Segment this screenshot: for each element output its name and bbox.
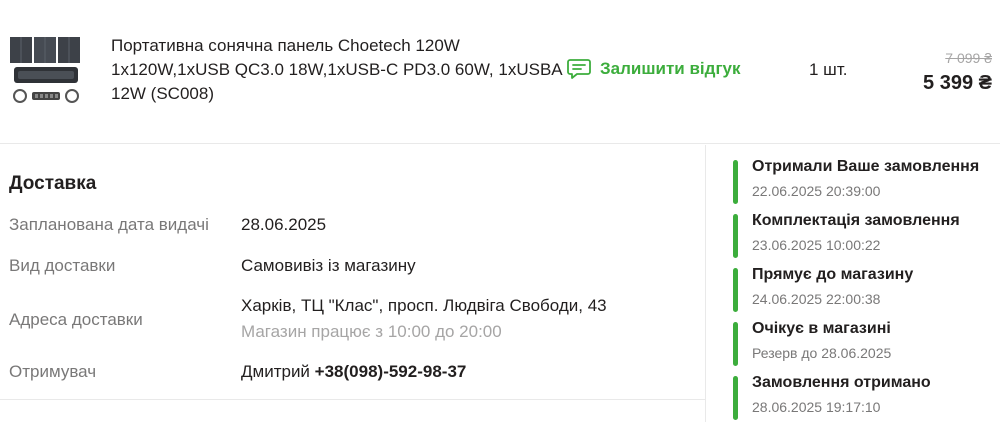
timeline-step-title: Очікує в магазині bbox=[752, 320, 891, 337]
timeline-step-time: Резерв до 28.06.2025 bbox=[752, 345, 892, 361]
delivery-title: Доставка bbox=[9, 173, 97, 194]
current-price: 5 399 ₴ bbox=[923, 72, 992, 94]
store-hours-note: Магазин працює з 10:00 до 20:00 bbox=[241, 322, 502, 341]
delivery-type-label: Вид доставки bbox=[9, 256, 116, 275]
timeline-step-indicator bbox=[733, 268, 738, 312]
timeline-step-indicator bbox=[733, 376, 738, 420]
product-name[interactable]: Портативна сонячна панель Choetech 120W … bbox=[111, 34, 571, 106]
chat-bubble-icon bbox=[567, 59, 591, 79]
order-product-row: Портативна сонячна панель Choetech 120W … bbox=[0, 0, 1000, 144]
timeline-step-indicator bbox=[733, 214, 738, 258]
leave-review-label: Залишити відгук bbox=[600, 59, 741, 78]
delivery-section: Доставка Запланована дата видачі 28.06.2… bbox=[0, 145, 705, 400]
product-image[interactable] bbox=[8, 34, 84, 108]
timeline-step-title: Прямує до магазину bbox=[752, 266, 914, 283]
timeline-step: Очікує в магазині Резерв до 28.06.2025 bbox=[733, 320, 1000, 368]
timeline-step-title: Отримали Ваше замовлення bbox=[752, 158, 980, 175]
timeline-step: Прямує до магазину 24.06.2025 22:00:38 bbox=[733, 266, 1000, 314]
timeline-step-time: 28.06.2025 19:17:10 bbox=[752, 399, 881, 415]
recipient-value: Дмитрий +38(098)-592-98-37 bbox=[241, 362, 701, 382]
timeline-step: Замовлення отримано 28.06.2025 19:17:10 bbox=[733, 374, 1000, 422]
timeline-step-time: 24.06.2025 22:00:38 bbox=[752, 291, 881, 307]
recipient-phone: +38(098)-592-98-37 bbox=[314, 362, 467, 381]
recipient-label: Отримувач bbox=[9, 362, 97, 381]
delivery-address-label: Адреса доставки bbox=[9, 310, 143, 329]
product-quantity: 1 шт. bbox=[809, 60, 848, 79]
leave-review-button[interactable]: Залишити відгук bbox=[567, 58, 740, 80]
vertical-divider bbox=[705, 145, 706, 422]
delivery-date-value: 28.06.2025 bbox=[241, 215, 327, 234]
timeline-step-title: Замовлення отримано bbox=[752, 374, 931, 391]
timeline-step-indicator bbox=[733, 160, 738, 204]
delivery-address-value: Харків, ТЦ "Клас", просп. Людвіга Свобод… bbox=[241, 296, 607, 315]
delivery-date-label: Запланована дата видачі bbox=[9, 215, 209, 234]
timeline-step: Отримали Ваше замовлення 22.06.2025 20:3… bbox=[733, 158, 1000, 206]
timeline-step-time: 22.06.2025 20:39:00 bbox=[752, 183, 881, 199]
timeline-step-indicator bbox=[733, 322, 738, 366]
timeline-step-title: Комплектація замовлення bbox=[752, 212, 960, 229]
old-price: 7 099 ₴ bbox=[945, 50, 992, 66]
timeline-step-time: 23.06.2025 10:00:22 bbox=[752, 237, 881, 253]
timeline-step: Комплектація замовлення 23.06.2025 10:00… bbox=[733, 212, 1000, 260]
delivery-type-value: Самовивіз із магазину bbox=[241, 256, 416, 275]
recipient-name: Дмитрий bbox=[241, 362, 310, 381]
solar-panel-product-image bbox=[10, 37, 80, 103]
